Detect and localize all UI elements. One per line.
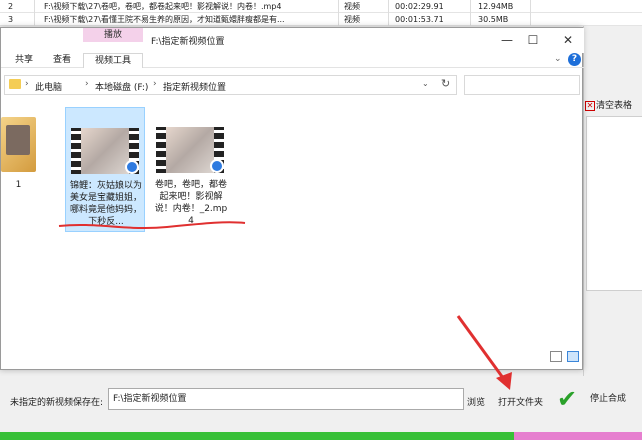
table-row[interactable]: 2 F:\视频下载\27\卷吧，卷吧，都卷起来吧！影视解说！内卷！.mp4 视频… xyxy=(0,0,642,13)
folder-icon xyxy=(9,79,21,89)
file-label: 1 xyxy=(15,180,22,190)
row-size: 12.94MB xyxy=(478,2,514,11)
chevron-right-icon: › xyxy=(85,79,89,89)
chevron-right-icon: › xyxy=(25,79,29,89)
title-bar: 播放 F:\指定新视频位置 — ☐ ✕ xyxy=(1,28,584,53)
progress-fill xyxy=(0,432,514,440)
help-icon[interactable]: ? xyxy=(568,53,581,66)
background-file-table: 2 F:\视频下载\27\卷吧，卷吧，都卷起来吧！影视解说！内卷！.mp4 视频… xyxy=(0,0,642,26)
details-view-icon[interactable] xyxy=(550,351,562,362)
red-arrow-annotation xyxy=(456,315,512,390)
close-button[interactable]: ✕ xyxy=(558,31,578,49)
right-side-panel: ✕ 清空表格 xyxy=(583,26,642,376)
row-duration: 00:02:29.91 xyxy=(395,2,444,11)
clear-table-button[interactable]: ✕ 清空表格 xyxy=(584,98,642,114)
row-number: 3 xyxy=(8,15,14,24)
breadcrumb-local-disk[interactable]: 本地磁盘 (F:) xyxy=(95,80,148,93)
folder-thumbnail xyxy=(1,117,36,172)
large-icons-view-icon[interactable] xyxy=(567,351,579,362)
video-badge-icon xyxy=(210,159,224,173)
row-number: 2 xyxy=(8,2,14,11)
file-item[interactable]: 卷吧，卷吧，都卷起来吧！影视解说！内卷！_2.mp4 xyxy=(151,107,231,232)
clear-icon: ✕ xyxy=(585,101,595,111)
table-row[interactable]: 3 F:\视频下载\27\看懂王院不易生养的原因，才知道甄嬛胖瘦都是有... 视… xyxy=(0,13,642,26)
tab-share[interactable]: 共享 xyxy=(9,53,39,68)
clear-table-label: 清空表格 xyxy=(596,101,633,111)
open-folder-button[interactable]: 打开文件夹 xyxy=(498,395,543,408)
row-type: 视频 xyxy=(344,2,360,11)
save-path-field[interactable]: F:\指定新视频位置 xyxy=(108,388,464,410)
side-list-box xyxy=(586,116,642,291)
address-row: › 此电脑 › 本地磁盘 (F:) › 指定新视频位置 ⌄ ↻ xyxy=(1,73,584,97)
video-badge-icon xyxy=(125,160,139,174)
ribbon-tabs: 共享 查看 视频工具 ⌄ ? xyxy=(1,52,584,68)
chevron-right-icon: › xyxy=(153,79,157,89)
window-title: F:\指定新视频位置 xyxy=(151,37,225,47)
video-thumbnail xyxy=(156,127,224,173)
tab-video-tools[interactable]: 视频工具 xyxy=(83,53,143,68)
row-path: F:\视频下载\27\看懂王院不易生养的原因，才知道甄嬛胖瘦都是有... xyxy=(44,15,285,24)
chevron-down-icon[interactable]: ⌄ xyxy=(422,79,429,88)
row-path: F:\视频下载\27\卷吧，卷吧，都卷起来吧！影视解说！内卷！.mp4 xyxy=(44,2,282,11)
search-input[interactable] xyxy=(464,75,580,95)
maximize-button[interactable]: ☐ xyxy=(523,31,543,49)
checkmark-icon[interactable]: ✔ xyxy=(557,386,577,412)
minimize-button[interactable]: — xyxy=(497,31,517,49)
play-context-tab[interactable]: 播放 xyxy=(83,28,143,42)
refresh-icon[interactable]: ↻ xyxy=(441,77,450,90)
progress-tail xyxy=(513,432,642,440)
breadcrumb-this-pc[interactable]: 此电脑 xyxy=(35,80,62,93)
breadcrumb-folder[interactable]: 指定新视频位置 xyxy=(163,80,226,93)
tab-view[interactable]: 查看 xyxy=(47,53,77,68)
address-bar[interactable]: › 此电脑 › 本地磁盘 (F:) › 指定新视频位置 ⌄ ↻ xyxy=(4,75,457,95)
row-type: 视频 xyxy=(344,15,360,24)
browse-button[interactable]: 浏览 xyxy=(467,395,485,408)
row-size: 30.5MB xyxy=(478,15,509,24)
file-item[interactable]: 1 xyxy=(1,107,36,232)
bottom-bar: 未指定的新视频保存在: F:\指定新视频位置 浏览 打开文件夹 ✔ 停止合成 xyxy=(0,376,642,426)
red-underline-annotation xyxy=(58,221,246,230)
save-location-label: 未指定的新视频保存在: xyxy=(10,398,104,408)
row-duration: 00:01:53.71 xyxy=(395,15,444,24)
ribbon-expand-icon[interactable]: ⌄ xyxy=(554,54,562,64)
progress-bar xyxy=(0,432,642,440)
video-thumbnail xyxy=(71,128,139,174)
stop-compose-button[interactable]: 停止合成 xyxy=(590,391,626,404)
file-item[interactable]: 锦鲤：灰姑娘以为美女是宝藏姐姐，哪料竟是他妈妈，下秒反... xyxy=(65,107,145,232)
